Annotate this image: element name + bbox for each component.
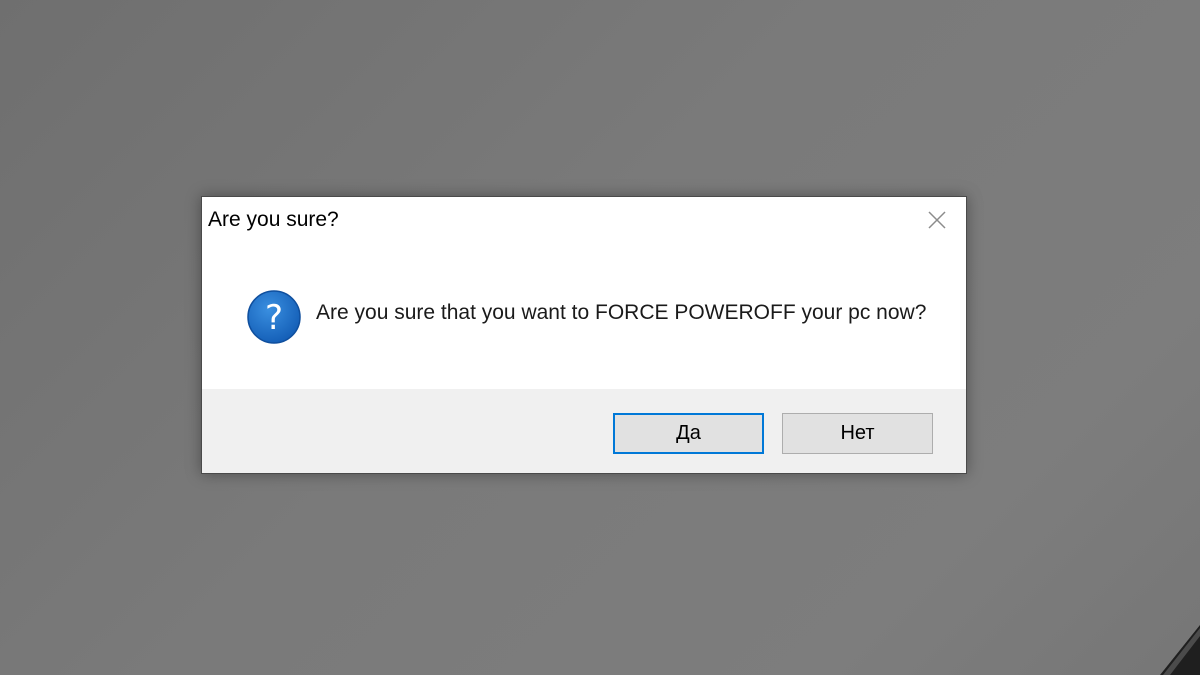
dialog-message: Are you sure that you want to FORCE POWE…: [316, 301, 927, 324]
question-icon: ?: [247, 290, 301, 344]
close-button[interactable]: [922, 206, 952, 234]
confirm-dialog: Are you sure? ? Are you sure that you wa…: [201, 196, 967, 474]
dialog-titlebar[interactable]: Are you sure?: [202, 197, 966, 243]
no-button[interactable]: Нет: [782, 413, 933, 454]
close-icon: [928, 211, 946, 229]
dialog-button-bar: Да Нет: [202, 389, 966, 473]
dialog-content: ? Are you sure that you want to FORCE PO…: [202, 243, 966, 389]
yes-button[interactable]: Да: [613, 413, 764, 454]
dialog-title: Are you sure?: [208, 208, 339, 231]
svg-text:?: ?: [265, 298, 283, 338]
